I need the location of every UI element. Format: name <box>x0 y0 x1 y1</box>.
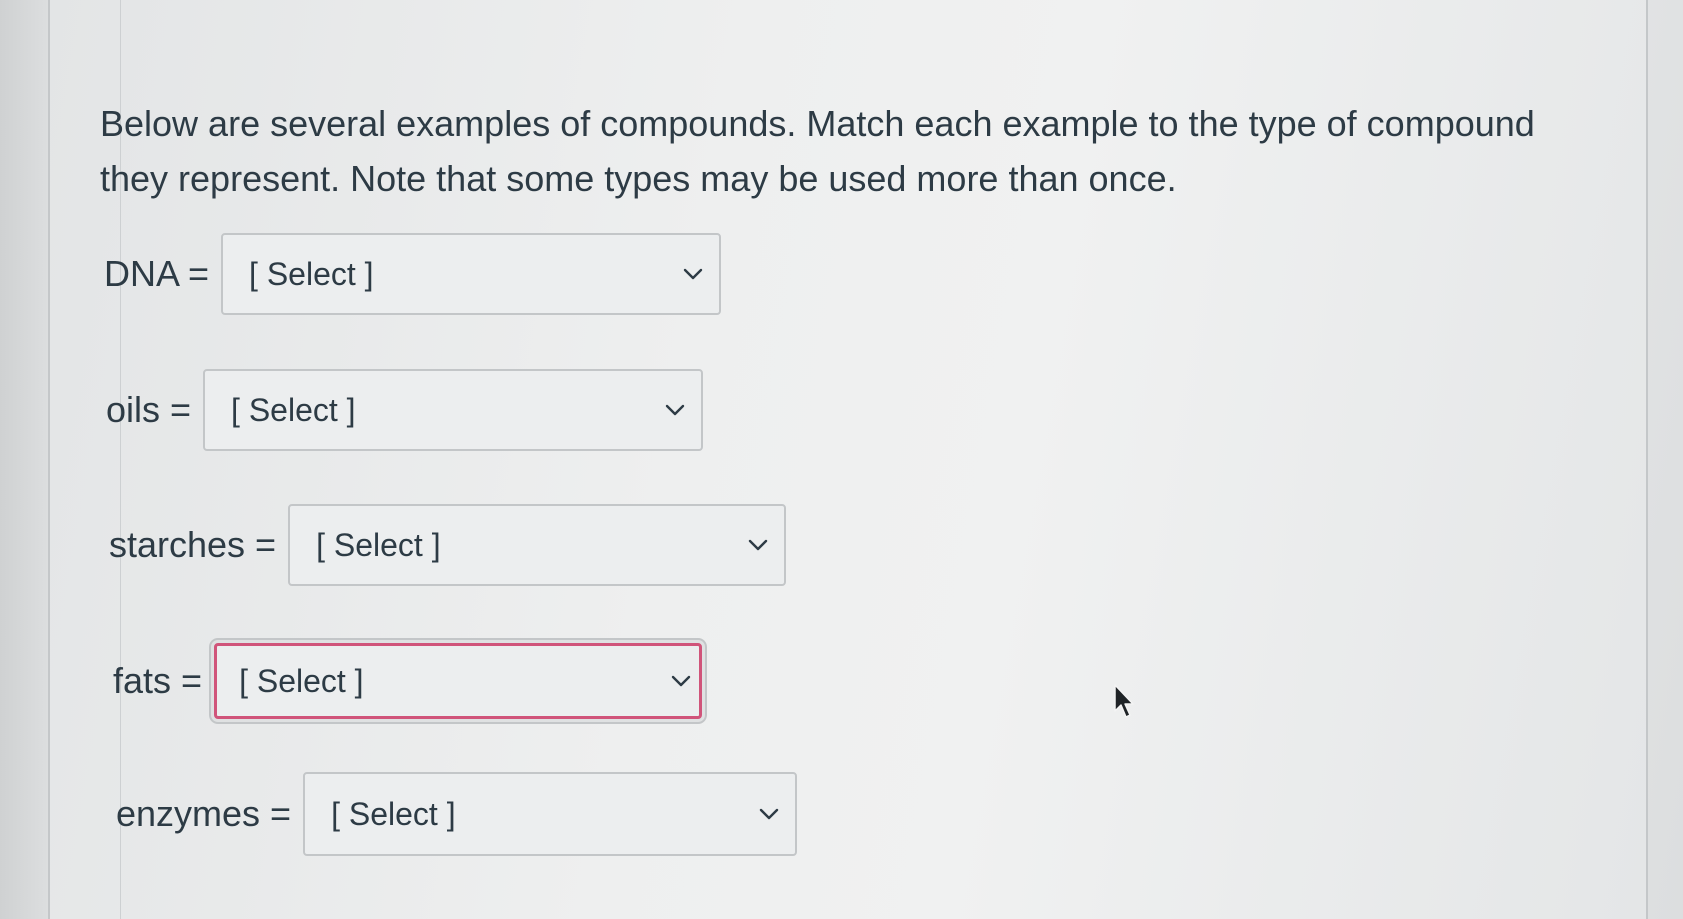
match-row-fats: fats = [ Select ] <box>113 643 703 719</box>
match-row-oils: oils = [ Select ] <box>106 369 704 451</box>
match-row-starches: starches = [ Select ] <box>109 504 787 586</box>
chevron-down-icon <box>683 267 703 281</box>
match-label-dna: DNA = <box>104 253 210 294</box>
match-label-enzymes: enzymes = <box>116 793 292 834</box>
mouse-cursor-icon <box>1113 683 1139 721</box>
question-text: Below are several examples of compounds.… <box>100 96 1580 206</box>
chevron-down-icon <box>671 674 691 688</box>
starches-select-value: [ Select ] <box>316 526 441 563</box>
chevron-down-icon <box>748 538 768 552</box>
match-row-enzymes: enzymes = [ Select ] <box>116 772 798 856</box>
question-line-1: Below are several examples of compounds.… <box>100 103 1535 144</box>
chevron-down-icon <box>665 403 685 417</box>
screen-edge <box>0 0 48 919</box>
fats-select[interactable]: [ Select ] <box>214 643 703 719</box>
oils-select-value: [ Select ] <box>231 391 356 428</box>
enzymes-select-value: [ Select ] <box>331 795 456 832</box>
match-row-dna: DNA = [ Select ] <box>104 233 722 315</box>
dna-select[interactable]: [ Select ] <box>221 233 722 315</box>
chevron-down-icon <box>759 807 779 821</box>
question-line-2: they represent. Note that some types may… <box>100 158 1177 199</box>
match-label-starches: starches = <box>109 524 277 565</box>
enzymes-select[interactable]: [ Select ] <box>303 772 798 856</box>
dna-select-value: [ Select ] <box>249 255 374 292</box>
match-label-fats: fats = <box>113 660 203 701</box>
match-label-oils: oils = <box>106 389 192 430</box>
oils-select[interactable]: [ Select ] <box>203 369 704 451</box>
fats-select-value: [ Select ] <box>239 662 364 699</box>
starches-select[interactable]: [ Select ] <box>288 504 787 586</box>
